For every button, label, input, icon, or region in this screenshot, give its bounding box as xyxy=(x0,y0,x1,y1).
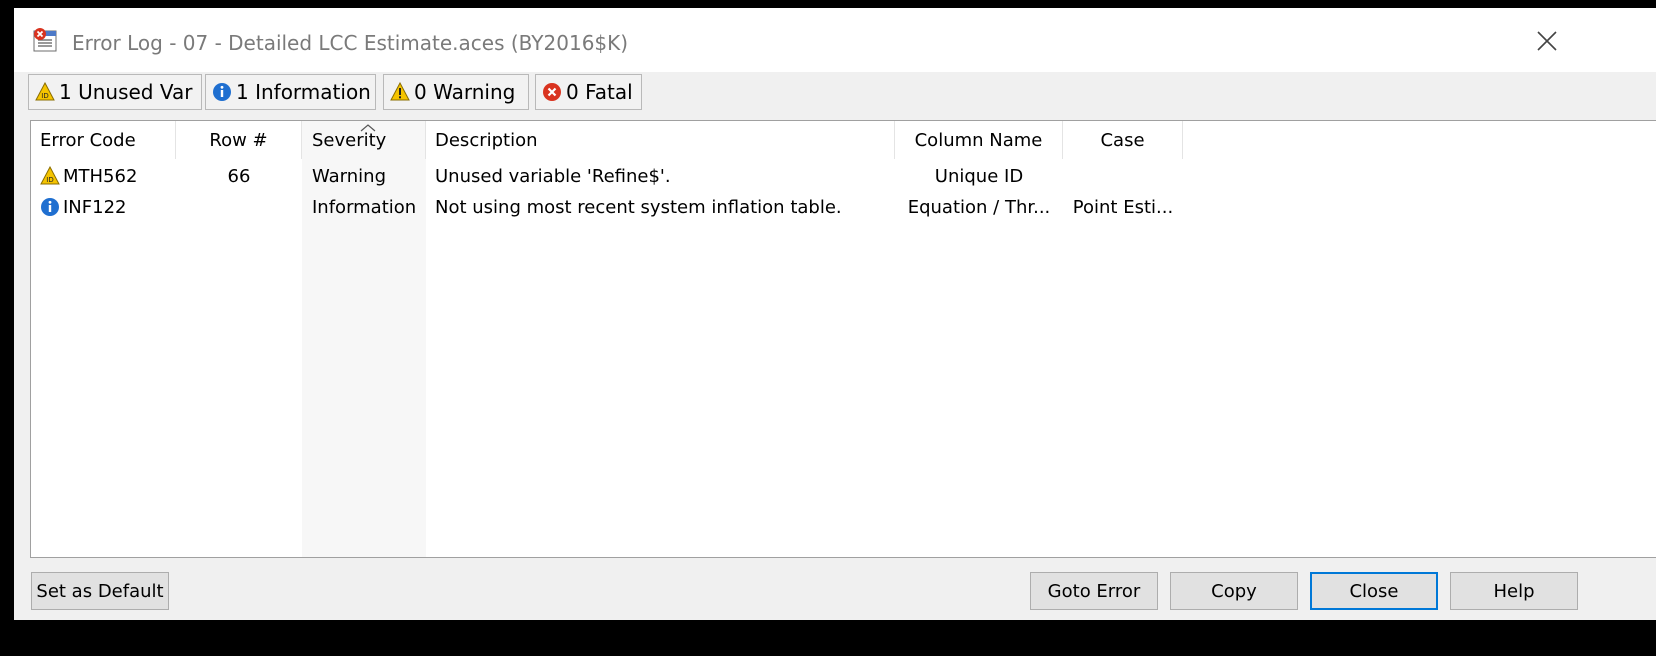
case-value xyxy=(1063,163,1183,189)
help-button[interactable]: Help xyxy=(1450,572,1578,610)
close-button[interactable]: Close xyxy=(1310,572,1438,610)
button-bar: Set as Default Goto Error Copy Close Hel… xyxy=(14,558,1656,620)
svg-text:ID: ID xyxy=(41,92,48,100)
description-value: Unused variable 'Refine$'. xyxy=(435,165,671,187)
severity-value: Warning xyxy=(312,165,387,187)
goto-error-button[interactable]: Goto Error xyxy=(1030,572,1158,610)
fatal-icon xyxy=(543,83,561,101)
case-value: Point Esti... xyxy=(1072,196,1174,218)
row-number: 66 xyxy=(227,165,251,187)
info-icon xyxy=(41,198,59,216)
window-title: Error Log - 07 - Detailed LCC Estimate.a… xyxy=(72,31,629,55)
column-header-description[interactable]: Description xyxy=(426,121,895,159)
unused-variable-icon: ID xyxy=(35,82,55,101)
svg-text:ID: ID xyxy=(46,176,53,184)
sort-ascending-icon xyxy=(360,124,376,132)
tab-warning-label: 0 Warning xyxy=(414,80,516,104)
column-name-value: Unique ID xyxy=(934,165,1024,187)
tab-unused-var-label: 1 Unused Var xyxy=(59,80,193,104)
tab-information-label: 1 Information xyxy=(236,80,371,104)
table-row-1-code[interactable]: ID MTH562 xyxy=(40,163,137,189)
title-bar: Error Log - 07 - Detailed LCC Estimate.a… xyxy=(14,8,1656,72)
warning-icon xyxy=(390,82,410,101)
column-header-error-code[interactable]: Error Code xyxy=(31,121,176,159)
copy-button[interactable]: Copy xyxy=(1170,572,1298,610)
column-name-value: Equation / Thr... xyxy=(907,196,1051,218)
error-log-app-icon xyxy=(33,28,57,52)
tab-information[interactable]: 1 Information xyxy=(205,74,376,110)
unused-variable-icon: ID xyxy=(40,166,60,185)
column-header-column-name[interactable]: Column Name xyxy=(895,121,1063,159)
tab-unused-var[interactable]: ID 1 Unused Var xyxy=(28,74,202,110)
info-icon xyxy=(213,83,231,101)
column-header-row[interactable]: Row # xyxy=(176,121,302,159)
set-as-default-button[interactable]: Set as Default xyxy=(31,572,169,610)
severity-value: Information xyxy=(312,196,417,218)
column-header-case[interactable]: Case xyxy=(1063,121,1183,159)
description-value: Not using most recent system inflation t… xyxy=(435,196,842,218)
close-window-icon[interactable] xyxy=(1532,26,1562,56)
error-log-window: Error Log - 07 - Detailed LCC Estimate.a… xyxy=(14,8,1656,620)
error-code: INF122 xyxy=(63,196,127,218)
error-table: Error Code Row # Severity Description Co… xyxy=(30,120,1656,558)
severity-filter-bar: ID 1 Unused Var 1 Information 0 Warning xyxy=(14,72,1656,114)
table-row-2-code[interactable]: INF122 xyxy=(40,194,126,220)
tab-fatal[interactable]: 0 Fatal xyxy=(535,74,642,110)
row-number xyxy=(176,194,302,220)
tab-fatal-label: 0 Fatal xyxy=(566,80,633,104)
tab-warning[interactable]: 0 Warning xyxy=(383,74,529,110)
error-code: MTH562 xyxy=(63,165,138,187)
